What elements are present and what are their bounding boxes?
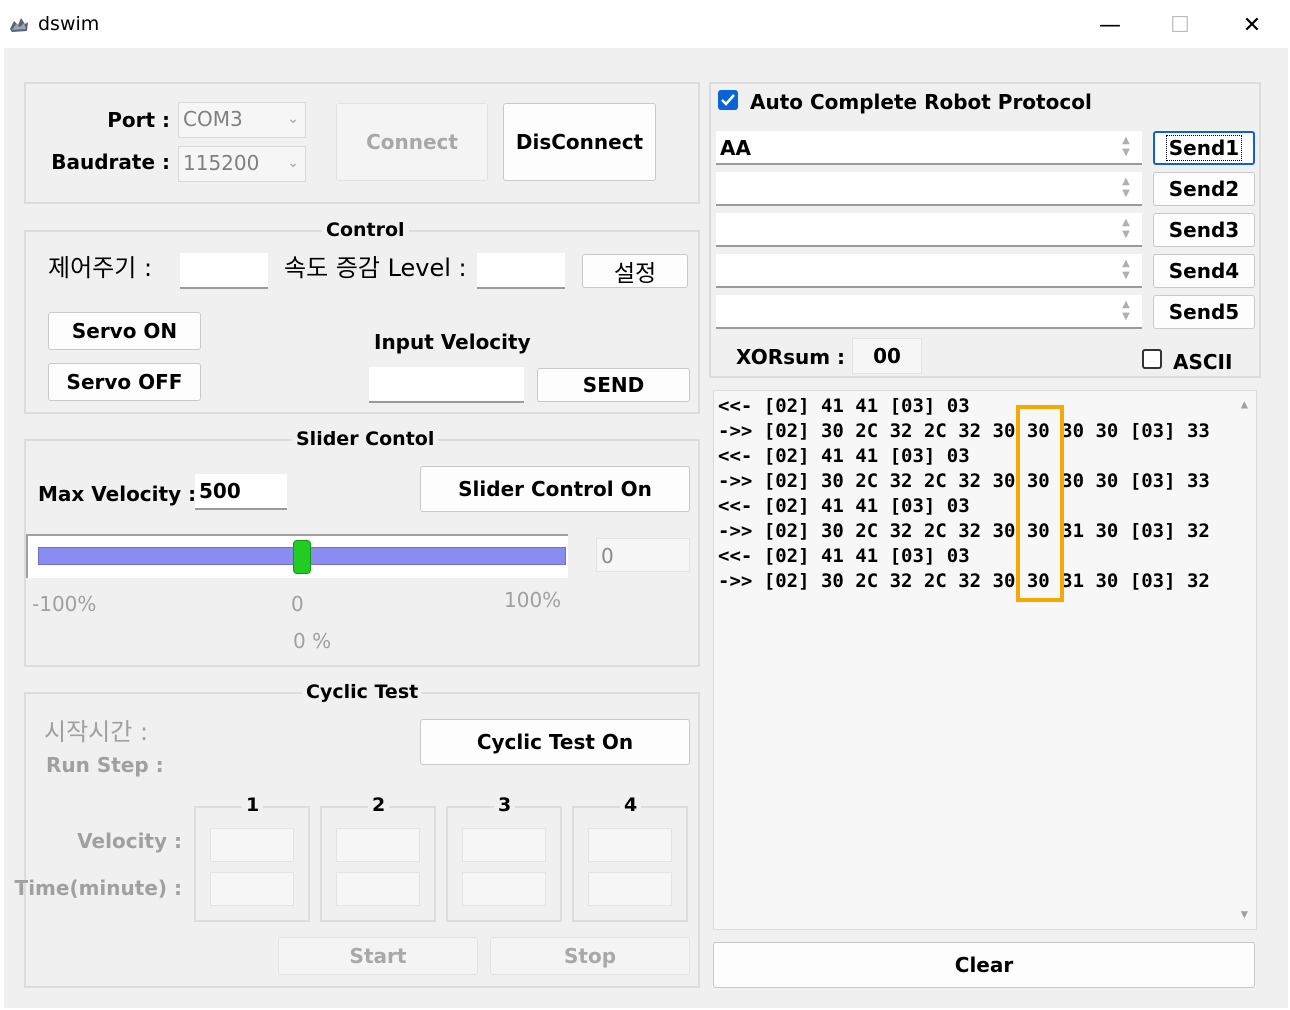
- log-line: <<- [02] 41 41 [03] 03: [718, 495, 970, 517]
- send2-button[interactable]: Send2: [1153, 172, 1255, 206]
- send-field-1[interactable]: AA ▲ ▼: [716, 131, 1142, 165]
- spin-updown-icon[interactable]: ▲ ▼: [1118, 299, 1134, 325]
- send-velocity-button[interactable]: SEND: [537, 368, 690, 402]
- set-button[interactable]: 설정: [582, 254, 688, 288]
- log-line: ->> [02] 30 2C 32 2C 32 30 30 30 30 [03]…: [718, 470, 1210, 492]
- control-group-title: Control: [322, 219, 409, 241]
- max-velocity-input[interactable]: 500: [195, 474, 287, 510]
- log-line: <<- [02] 41 41 [03] 03: [718, 395, 970, 417]
- send-field-2[interactable]: ▲ ▼: [716, 172, 1142, 206]
- log-listbox[interactable]: <<- [02] 41 41 [03] 03 ->> [02] 30 2C 32…: [713, 390, 1257, 930]
- send1-label: Send1: [1165, 135, 1243, 161]
- minimize-button[interactable]: —: [1082, 8, 1138, 44]
- scroll-down-icon[interactable]: ▼: [1241, 907, 1248, 921]
- baudrate-label: Baudrate :: [51, 150, 170, 174]
- disconnect-button[interactable]: DisConnect: [503, 103, 656, 181]
- step-4-time-input[interactable]: [588, 872, 672, 906]
- baudrate-select[interactable]: 115200 ⌄: [178, 146, 306, 182]
- servo-off-button[interactable]: Servo OFF: [48, 363, 201, 401]
- send4-button[interactable]: Send4: [1153, 254, 1255, 288]
- cyclic-test-on-button[interactable]: Cyclic Test On: [420, 719, 690, 765]
- chevron-down-icon: ⌄: [287, 111, 299, 127]
- baudrate-value: 115200: [183, 151, 260, 175]
- slider-max-label: 100%: [504, 588, 562, 612]
- scroll-up-icon[interactable]: ▲: [1241, 397, 1248, 411]
- step-3-velocity-input[interactable]: [462, 828, 546, 862]
- period-label: 제어주기 :: [48, 254, 153, 282]
- step-number: 4: [620, 794, 642, 816]
- xorsum-label: XORsum :: [736, 345, 846, 369]
- spin-updown-icon[interactable]: ▲ ▼: [1118, 135, 1134, 161]
- step-number: 1: [242, 794, 264, 816]
- chevron-down-icon: ⌄: [287, 155, 299, 171]
- slider-control-on-button[interactable]: Slider Control On: [420, 466, 690, 512]
- spin-updown-icon[interactable]: ▲ ▼: [1118, 176, 1134, 202]
- auto-complete-checkbox[interactable]: [718, 90, 738, 110]
- log-line: <<- [02] 41 41 [03] 03: [718, 545, 970, 567]
- cyclic-stop-button[interactable]: Stop: [490, 937, 690, 975]
- slider-percent-label: 0 %: [293, 629, 332, 653]
- send-field-5[interactable]: ▲ ▼: [716, 295, 1142, 329]
- clear-button[interactable]: Clear: [713, 942, 1255, 988]
- slider-group-title: Slider Contol: [292, 428, 439, 450]
- send5-button[interactable]: Send5: [1153, 295, 1255, 329]
- slider-mid-label: 0: [291, 592, 304, 616]
- step-1-time-input[interactable]: [210, 872, 294, 906]
- log-line: ->> [02] 30 2C 32 2C 32 30 30 30 30 [03]…: [718, 420, 1210, 442]
- app-logo-icon: [10, 18, 28, 32]
- port-label: Port :: [107, 108, 170, 132]
- start-time-label: 시작시간 :: [44, 718, 149, 746]
- slider-value-display: 0: [596, 538, 690, 572]
- speed-level-input[interactable]: [477, 253, 565, 289]
- auto-complete-label: Auto Complete Robot Protocol: [750, 90, 1092, 114]
- step-number: 3: [494, 794, 516, 816]
- step-4-velocity-input[interactable]: [588, 828, 672, 862]
- ascii-checkbox[interactable]: [1142, 349, 1162, 369]
- spin-updown-icon[interactable]: ▲ ▼: [1118, 217, 1134, 243]
- max-velocity-label: Max Velocity :: [38, 482, 197, 506]
- slider-min-label: -100%: [32, 592, 97, 616]
- period-input[interactable]: [180, 253, 268, 289]
- step-3-time-input[interactable]: [462, 872, 546, 906]
- step-2-velocity-input[interactable]: [336, 828, 420, 862]
- spin-updown-icon[interactable]: ▲ ▼: [1118, 258, 1134, 284]
- log-line: <<- [02] 41 41 [03] 03: [718, 445, 970, 467]
- port-select[interactable]: COM3 ⌄: [178, 102, 306, 138]
- input-velocity-label: Input Velocity: [374, 330, 531, 354]
- xorsum-value: 00: [852, 338, 922, 374]
- maximize-button[interactable]: ☐: [1152, 8, 1208, 44]
- port-value: COM3: [183, 107, 243, 131]
- window-title: dswim: [38, 13, 100, 35]
- log-line: ->> [02] 30 2C 32 2C 32 30 30 31 30 [03]…: [718, 520, 1210, 542]
- speed-level-label: 속도 증감 Level :: [284, 254, 467, 282]
- step-2-time-input[interactable]: [336, 872, 420, 906]
- checkmark-icon: [721, 94, 735, 106]
- send3-button[interactable]: Send3: [1153, 213, 1255, 247]
- ascii-label: ASCII: [1173, 350, 1233, 374]
- velocity-label: Velocity :: [77, 829, 182, 853]
- highlight-annotation: [1016, 405, 1064, 602]
- time-minute-label: Time(minute) :: [14, 876, 182, 900]
- cyclic-start-button[interactable]: Start: [278, 937, 478, 975]
- send-field-4[interactable]: ▲ ▼: [716, 254, 1142, 288]
- slider-thumb[interactable]: [293, 540, 311, 574]
- run-step-label: Run Step :: [46, 753, 164, 777]
- input-velocity-field[interactable]: [369, 367, 524, 403]
- send1-button[interactable]: Send1: [1153, 131, 1255, 165]
- send-field-3[interactable]: ▲ ▼: [716, 213, 1142, 247]
- servo-on-button[interactable]: Servo ON: [48, 312, 201, 350]
- log-line: ->> [02] 30 2C 32 2C 32 30 30 31 30 [03]…: [718, 570, 1210, 592]
- close-button[interactable]: ✕: [1224, 8, 1280, 44]
- connect-button[interactable]: Connect: [336, 103, 488, 181]
- cyclic-test-title: Cyclic Test: [302, 681, 423, 703]
- step-number: 2: [368, 794, 390, 816]
- send-field-1-value: AA: [720, 136, 751, 160]
- step-1-velocity-input[interactable]: [210, 828, 294, 862]
